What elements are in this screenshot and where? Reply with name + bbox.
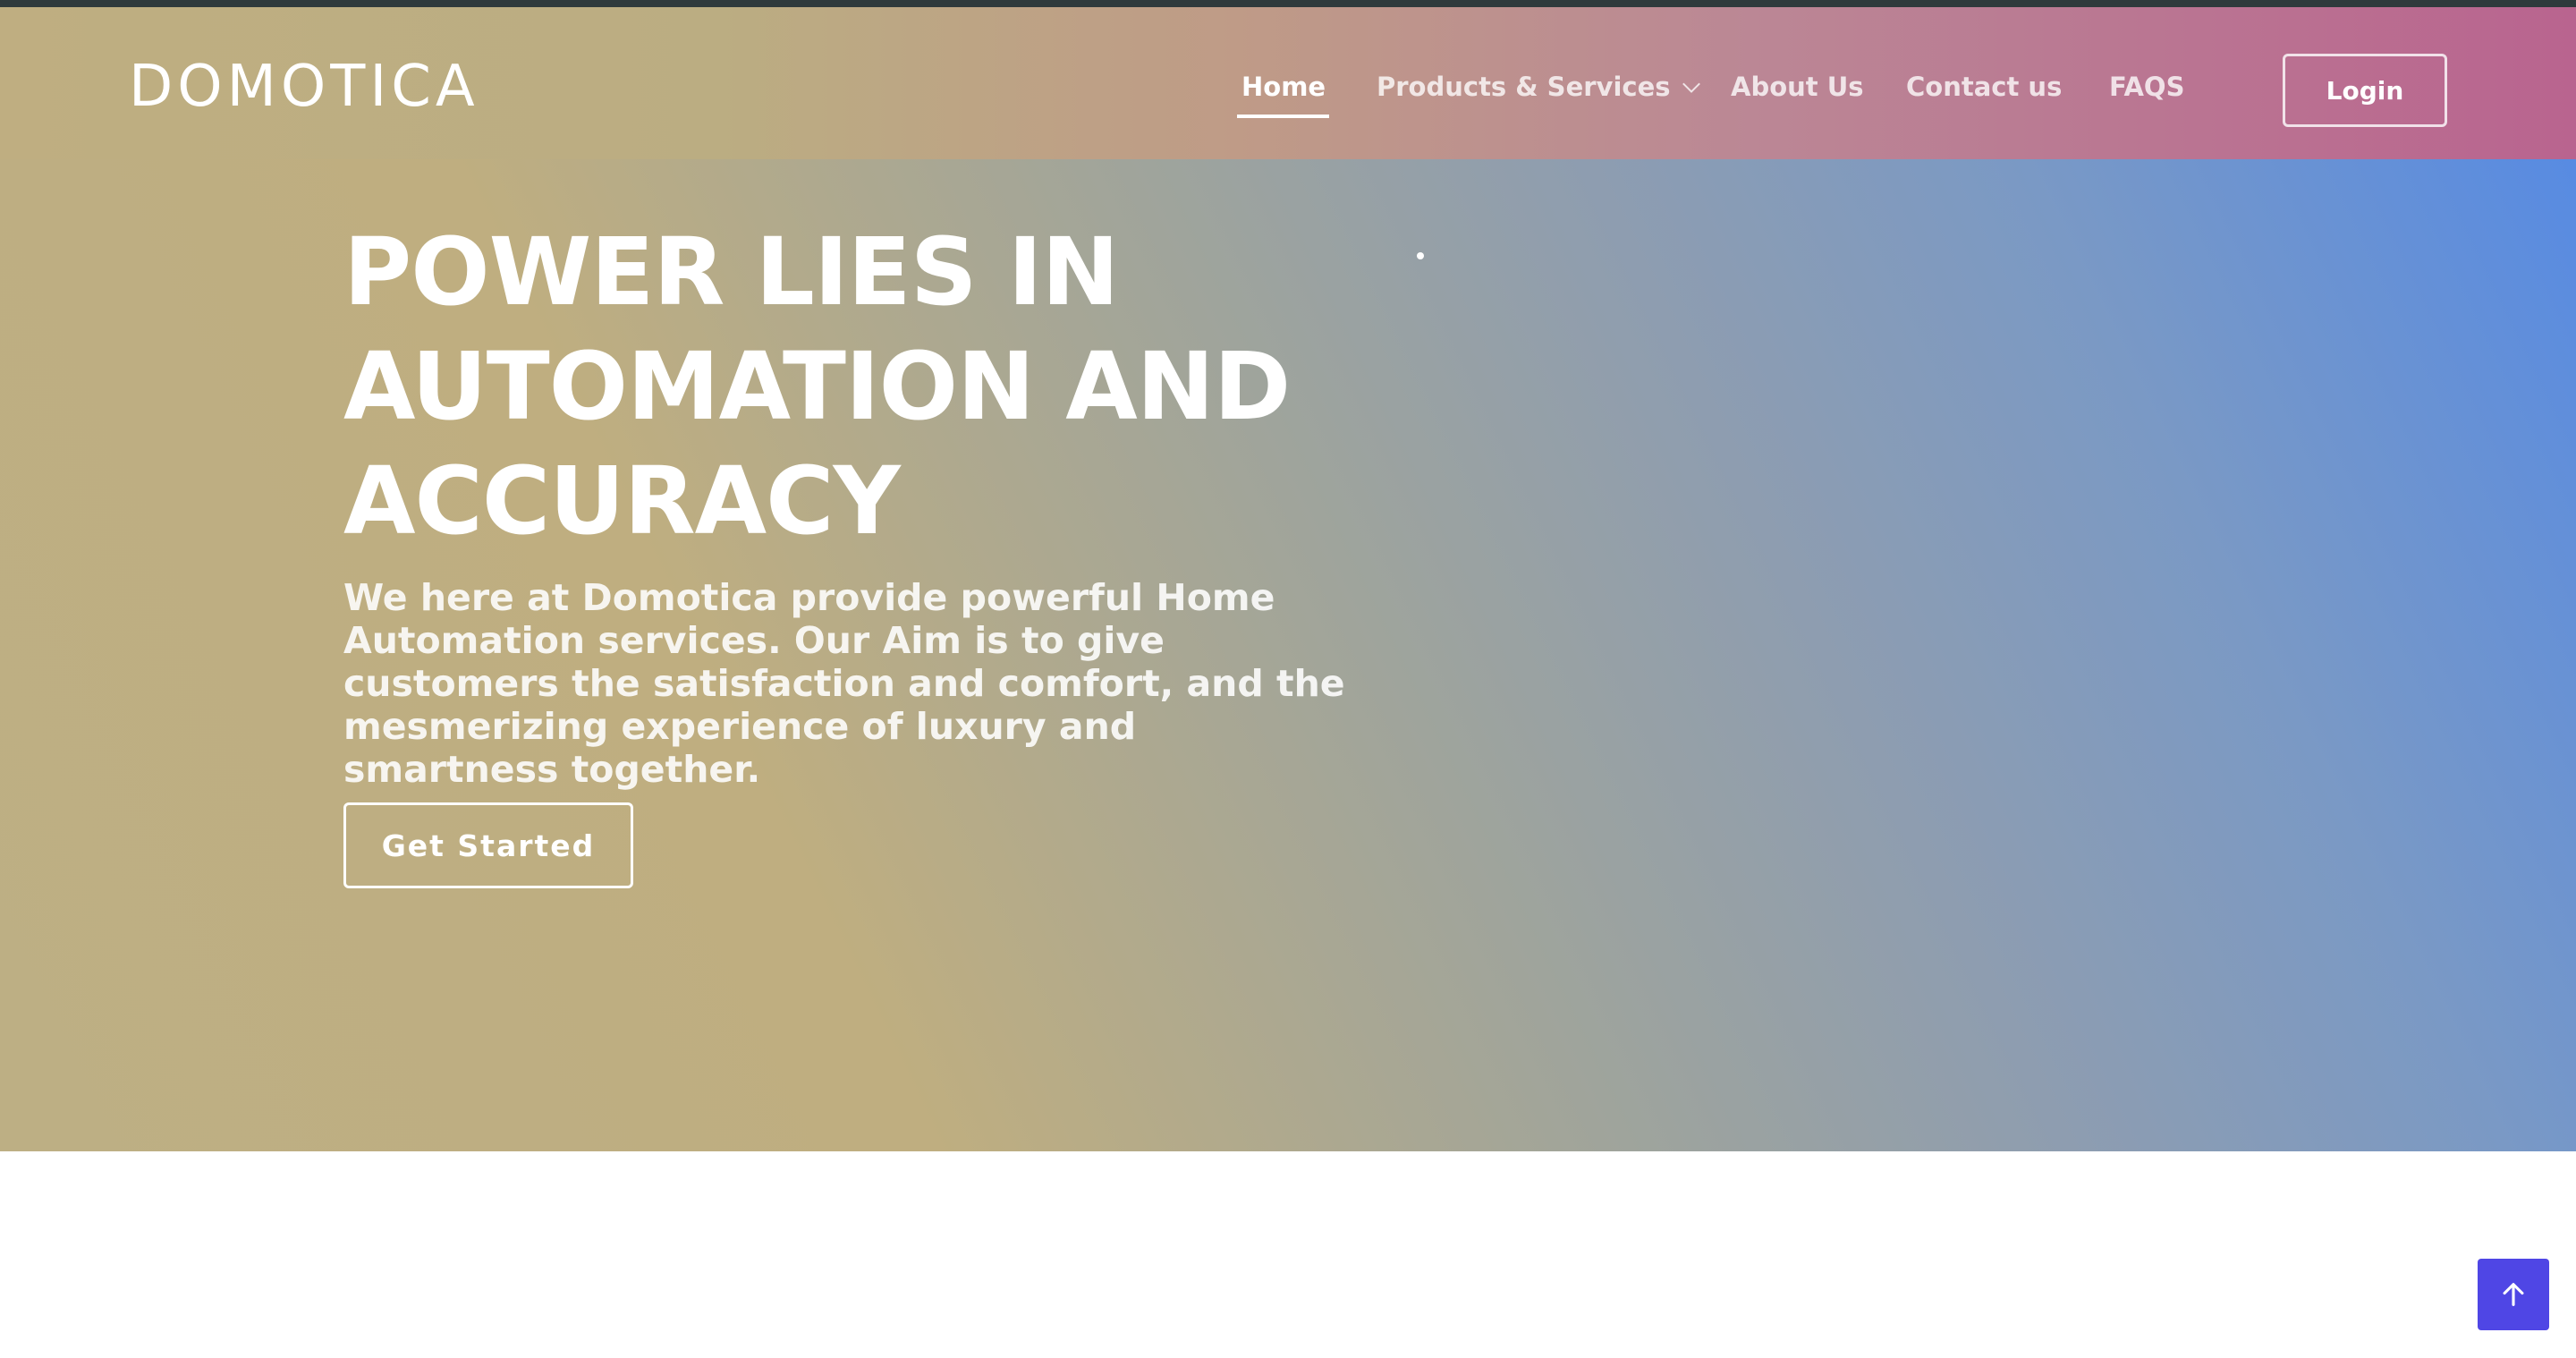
login-button[interactable]: Login <box>2283 54 2447 127</box>
nav-active-underline <box>1237 115 1329 118</box>
hero-description: We here at Domotica provide powerful Hom… <box>343 576 1345 791</box>
nav-item-contact-us[interactable]: Contact us <box>1906 72 2062 102</box>
nav-item-products-services[interactable]: Products & Services <box>1377 72 1700 102</box>
chevron-down-icon <box>1682 75 1700 93</box>
site-header: DOMOTICA Home Products & Services About … <box>0 7 2576 159</box>
nav-item-about-us[interactable]: About Us <box>1731 72 1864 102</box>
decorative-dot <box>1417 252 1424 259</box>
nav-item-products-services-label: Products & Services <box>1377 72 1671 102</box>
nav-item-home[interactable]: Home <box>1241 72 1326 102</box>
arrow-up-icon <box>2503 1283 2524 1306</box>
get-started-button[interactable]: Get Started <box>343 802 633 888</box>
site-logo[interactable]: DOMOTICA <box>129 54 479 120</box>
hero-title: POWER LIES IN AUTOMATION AND ACCURACY <box>343 217 1291 556</box>
top-border <box>0 0 2576 7</box>
nav-item-faqs[interactable]: FAQS <box>2109 72 2184 102</box>
back-to-top-button[interactable] <box>2478 1259 2549 1330</box>
